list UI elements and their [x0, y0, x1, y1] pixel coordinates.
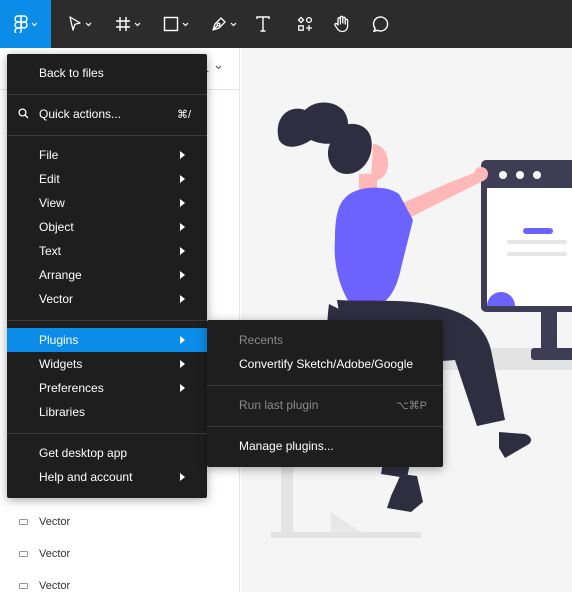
menu-item-label: Edit	[39, 172, 60, 186]
menu-item-view[interactable]: View	[7, 191, 207, 215]
menu-item-label: File	[39, 148, 59, 162]
menu-item-label: Plugins	[39, 333, 79, 347]
layer-row[interactable]: Vector	[0, 506, 239, 538]
menu-divider	[7, 433, 207, 434]
menu-item-text[interactable]: Text	[7, 239, 207, 263]
menu-item-preferences[interactable]: Preferences	[7, 376, 207, 400]
menu-item-label: Convertify Sketch/Adobe/Google	[239, 357, 414, 371]
menu-item-get-desktop-app[interactable]: Get desktop app	[7, 441, 207, 465]
cursor-arrow-icon	[69, 16, 81, 31]
menu-item-label: Arrange	[39, 268, 82, 282]
shape-tool-button[interactable]	[156, 0, 196, 48]
section-heading: Recents	[239, 333, 284, 347]
submenu-arrow-icon	[180, 199, 185, 207]
main-menu: Back to files Quick actions... ⌘/ File E…	[7, 54, 207, 498]
chevron-down-icon	[230, 22, 237, 26]
plugins-submenu: Recents Convertify Sketch/Adobe/Google R…	[207, 320, 443, 467]
menu-item-back-to-files[interactable]: Back to files	[7, 61, 207, 85]
search-icon	[18, 108, 29, 119]
text-tool-button[interactable]	[250, 0, 276, 48]
layer-label: Vector	[39, 516, 71, 528]
pen-nib-icon	[212, 17, 226, 31]
submenu-arrow-icon	[180, 223, 185, 231]
submenu-arrow-icon	[180, 473, 185, 481]
menu-item-plugins[interactable]: Plugins	[7, 328, 207, 352]
shortcut-label: ⌥⌘P	[395, 399, 427, 412]
layer-label: Vector	[39, 580, 71, 592]
menu-item-label: Back to files	[39, 66, 104, 80]
submenu-item-manage-plugins[interactable]: Manage plugins...	[207, 434, 443, 458]
layer-label: Vector	[39, 548, 71, 560]
menu-item-label: Run last plugin	[239, 398, 319, 412]
menu-item-edit[interactable]: Edit	[7, 167, 207, 191]
figma-logo-icon	[13, 15, 28, 33]
menu-item-label: Object	[39, 220, 74, 234]
hand-icon	[334, 15, 349, 33]
menu-item-label: Text	[39, 244, 62, 258]
chevron-down-icon[interactable]	[215, 65, 222, 70]
submenu-item-convertify[interactable]: Convertify Sketch/Adobe/Google	[207, 352, 443, 376]
hand-tool-button[interactable]	[329, 0, 355, 48]
menu-item-label: Get desktop app	[39, 446, 128, 460]
submenu-arrow-icon	[180, 151, 185, 159]
menu-item-object[interactable]: Object	[7, 215, 207, 239]
menu-item-quick-actions[interactable]: Quick actions... ⌘/	[7, 102, 207, 126]
shortcut-label: ⌘/	[176, 108, 191, 121]
submenu-arrow-icon	[180, 360, 185, 368]
menu-item-file[interactable]: File	[7, 143, 207, 167]
menu-divider	[7, 320, 207, 321]
submenu-arrow-icon	[180, 295, 185, 303]
toolbar	[0, 0, 572, 48]
frame-hash-icon	[116, 17, 130, 31]
menu-item-vector[interactable]: Vector	[7, 287, 207, 311]
frame-tool-button[interactable]	[108, 0, 148, 48]
move-tool-button[interactable]	[60, 0, 100, 48]
menu-item-widgets[interactable]: Widgets	[7, 352, 207, 376]
resources-tool-button[interactable]	[292, 0, 318, 48]
menu-item-label: View	[39, 196, 65, 210]
submenu-item-run-last-plugin: Run last plugin ⌥⌘P	[207, 393, 443, 417]
layer-row[interactable]: Vector	[0, 538, 239, 570]
submenu-arrow-icon	[180, 271, 185, 279]
chevron-down-icon	[134, 22, 141, 26]
recents-heading: Recents	[207, 328, 443, 352]
menu-divider	[207, 426, 443, 427]
menu-divider	[7, 135, 207, 136]
menu-item-libraries[interactable]: Libraries	[7, 400, 207, 424]
menu-divider	[7, 94, 207, 95]
menu-item-help-and-account[interactable]: Help and account	[7, 465, 207, 489]
menu-item-arrange[interactable]: Arrange	[7, 263, 207, 287]
menu-item-label: Manage plugins...	[239, 439, 334, 453]
submenu-arrow-icon	[180, 247, 185, 255]
comment-tool-button[interactable]	[368, 0, 394, 48]
chevron-down-icon	[31, 22, 37, 26]
chevron-down-icon	[182, 22, 189, 26]
vector-layer-icon	[19, 551, 28, 557]
menu-divider	[207, 385, 443, 386]
figma-main-menu-button[interactable]	[0, 0, 51, 48]
layer-row[interactable]: Vector	[0, 570, 239, 592]
menu-item-label: Vector	[39, 292, 74, 306]
menu-item-label: Preferences	[39, 381, 104, 395]
submenu-arrow-icon	[180, 384, 185, 392]
menu-item-label: Widgets	[39, 357, 83, 371]
menu-item-label: Libraries	[39, 405, 86, 419]
menu-item-label: Help and account	[39, 470, 133, 484]
pen-tool-button[interactable]	[204, 0, 244, 48]
rectangle-icon	[163, 16, 179, 32]
submenu-arrow-icon	[180, 175, 185, 183]
text-t-icon	[256, 16, 270, 32]
vector-layer-icon	[19, 519, 28, 525]
chevron-down-icon	[85, 22, 92, 26]
comment-bubble-icon	[372, 16, 389, 32]
resources-shapes-icon	[297, 16, 313, 31]
submenu-arrow-icon	[180, 336, 185, 344]
vector-layer-icon	[19, 583, 28, 589]
menu-item-label: Quick actions...	[39, 107, 122, 121]
